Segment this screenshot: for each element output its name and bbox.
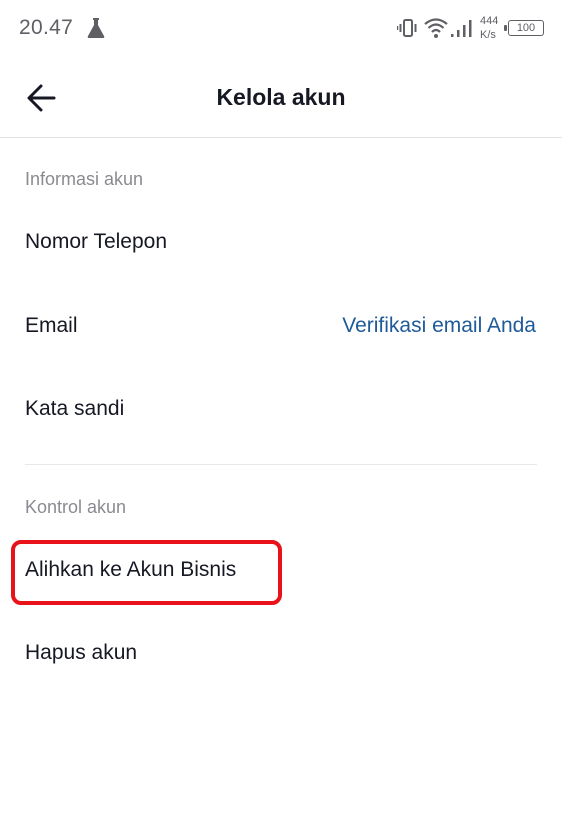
row-label: Hapus akun bbox=[25, 641, 138, 664]
page-title: Kelola akun bbox=[216, 84, 346, 110]
row-label: Alihkan ke Akun Bisnis bbox=[25, 558, 237, 581]
status-bar: 20.47 444 K/s 100 bbox=[0, 0, 562, 58]
network-speed-unit: K/s bbox=[480, 29, 496, 41]
signal-icon bbox=[451, 20, 472, 37]
battery-level: 100 bbox=[516, 22, 536, 34]
header: Kelola akun bbox=[0, 58, 562, 138]
battery-icon: 100 bbox=[504, 20, 544, 36]
verify-email-link[interactable]: Verifikasi email Anda bbox=[342, 314, 536, 338]
row-label: Kata sandi bbox=[25, 397, 125, 420]
row-label: Nomor Telepon bbox=[25, 230, 168, 253]
section-title-account-info: Informasi akun bbox=[25, 169, 144, 189]
vibrate-icon bbox=[397, 19, 417, 37]
wifi-icon bbox=[424, 18, 448, 38]
row-phone-number[interactable]: Nomor Telepon bbox=[0, 203, 562, 283]
section-divider bbox=[25, 464, 537, 465]
row-switch-to-business-account[interactable]: Alihkan ke Akun Bisnis bbox=[0, 531, 562, 611]
row-email[interactable]: Email Verifikasi email Anda bbox=[0, 287, 562, 367]
row-delete-account[interactable]: Hapus akun bbox=[0, 614, 562, 694]
row-password[interactable]: Kata sandi bbox=[0, 370, 562, 450]
flask-icon bbox=[87, 18, 105, 38]
row-label: Email bbox=[25, 314, 78, 337]
network-speed: 444 K/s bbox=[480, 14, 506, 42]
status-time: 20.47 bbox=[19, 16, 74, 39]
section-title-account-control: Kontrol akun bbox=[25, 497, 127, 517]
network-speed-value: 444 bbox=[480, 15, 499, 27]
